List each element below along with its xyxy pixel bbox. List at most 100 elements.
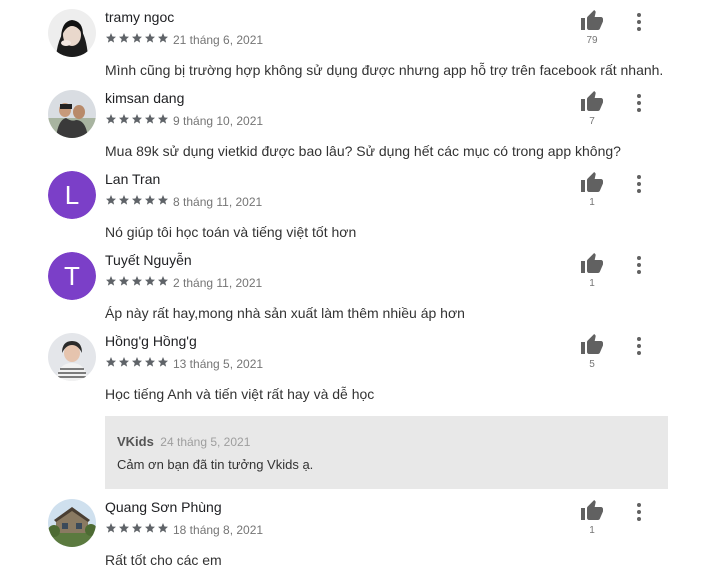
avatar-letter: L — [48, 171, 96, 219]
more-options-button[interactable] — [632, 335, 646, 357]
star-icon — [132, 195, 142, 205]
rating-stars — [105, 112, 170, 130]
helpful-count: 79 — [586, 35, 598, 46]
star-icon — [145, 523, 155, 533]
more-vert-icon — [637, 13, 641, 31]
star-icon — [106, 357, 116, 367]
rating-row: 8 tháng 11, 2021 — [105, 195, 262, 209]
star-icon — [132, 114, 142, 124]
star-icon — [106, 276, 116, 286]
review-date: 18 tháng 8, 2021 — [173, 523, 264, 537]
star-icon — [145, 357, 155, 367]
reviewer-name: Tuyết Nguyễn — [105, 252, 192, 268]
rating-stars — [105, 355, 170, 373]
star-icon — [132, 276, 142, 286]
review-date: 13 tháng 5, 2021 — [173, 357, 264, 371]
star-icon — [158, 276, 168, 286]
star-icon — [106, 114, 116, 124]
star-icon — [145, 114, 155, 124]
avatar[interactable]: L — [48, 171, 96, 219]
reviewer-name: tramy ngoc — [105, 9, 175, 25]
rating-row: 18 tháng 8, 2021 — [105, 523, 263, 537]
thumb-up-icon — [581, 91, 603, 111]
avatar[interactable] — [48, 9, 96, 57]
more-vert-icon — [637, 175, 641, 193]
thumb-up-icon — [581, 500, 603, 520]
star-icon — [158, 33, 168, 43]
rating-row: 9 tháng 10, 2021 — [105, 114, 263, 128]
rating-stars — [105, 274, 170, 292]
review-item: tramy ngoc 21 tháng 6, 2021 Mình cũng bị… — [0, 9, 718, 79]
reviewer-name: Hồng'g Hồng'g — [105, 333, 197, 349]
star-icon — [158, 357, 168, 367]
avatar[interactable]: T — [48, 252, 96, 300]
thumb-up-icon — [581, 172, 603, 192]
helpful-count: 5 — [589, 359, 595, 370]
more-vert-icon — [637, 337, 641, 355]
thumb-up-icon — [581, 253, 603, 273]
star-icon — [158, 523, 168, 533]
rating-stars — [105, 521, 170, 539]
reviewer-name: Quang Sơn Phùng — [105, 499, 222, 515]
star-icon — [145, 276, 155, 286]
more-options-button[interactable] — [632, 254, 646, 276]
star-icon — [119, 357, 129, 367]
star-icon — [158, 195, 168, 205]
rating-row: 21 tháng 6, 2021 — [105, 33, 263, 47]
reply-author: VKids — [117, 434, 154, 449]
star-icon — [145, 33, 155, 43]
avatar[interactable] — [48, 90, 96, 138]
thumb-up-icon — [581, 10, 603, 30]
more-vert-icon — [637, 94, 641, 112]
more-options-button[interactable] — [632, 11, 646, 33]
review-text: Áp này rất hay,mong nhà sản xuất làm thê… — [105, 305, 465, 321]
review-date: 21 tháng 6, 2021 — [173, 33, 264, 47]
helpful-count: 1 — [589, 525, 595, 536]
star-icon — [145, 195, 155, 205]
reviews-list: tramy ngoc 21 tháng 6, 2021 Mình cũng bị… — [0, 0, 718, 565]
helpful-button[interactable]: 7 — [577, 90, 607, 127]
reply-date: 24 tháng 5, 2021 — [160, 435, 251, 449]
reply-text: Cảm ơn bạn đã tin tưởng Vkids ạ. — [117, 457, 314, 472]
review-date: 2 tháng 11, 2021 — [173, 276, 263, 290]
avatar[interactable] — [48, 333, 96, 381]
star-icon — [106, 523, 116, 533]
reviewer-name: kimsan dang — [105, 90, 185, 106]
rating-stars — [105, 31, 170, 49]
more-vert-icon — [637, 503, 641, 521]
review-item: T Tuyết Nguyễn 2 tháng 11, 2021 Áp này r… — [0, 252, 718, 322]
review-date: 9 tháng 10, 2021 — [173, 114, 264, 128]
more-options-button[interactable] — [632, 501, 646, 523]
review-item: L Lan Tran 8 tháng 11, 2021 Nó giúp tôi … — [0, 171, 718, 241]
review-text: Rất tốt cho các em — [105, 552, 222, 565]
star-icon — [119, 114, 129, 124]
helpful-count: 1 — [589, 278, 595, 289]
helpful-button[interactable]: 1 — [577, 252, 607, 289]
more-options-button[interactable] — [632, 92, 646, 114]
helpful-count: 1 — [589, 197, 595, 208]
review-text: Mua 89k sử dụng vietkid được bao lâu? Sử… — [105, 143, 621, 159]
star-icon — [132, 523, 142, 533]
avatar[interactable] — [48, 499, 96, 547]
helpful-button[interactable]: 1 — [577, 171, 607, 208]
star-icon — [119, 523, 129, 533]
star-icon — [119, 33, 129, 43]
star-icon — [132, 357, 142, 367]
developer-reply: VKids 24 tháng 5, 2021 Cảm ơn bạn đã tin… — [105, 416, 668, 489]
review-date: 8 tháng 11, 2021 — [173, 195, 263, 209]
review-text: Học tiếng Anh và tiến việt rất hay và dễ… — [105, 386, 375, 402]
star-icon — [106, 33, 116, 43]
review-text: Mình cũng bị trường hợp không sử dụng đư… — [105, 62, 664, 78]
helpful-button[interactable]: 1 — [577, 499, 607, 536]
helpful-button[interactable]: 79 — [577, 9, 607, 46]
star-icon — [158, 114, 168, 124]
avatar-letter: T — [48, 252, 96, 300]
more-vert-icon — [637, 256, 641, 274]
reviewer-name: Lan Tran — [105, 171, 161, 187]
helpful-button[interactable]: 5 — [577, 333, 607, 370]
rating-row: 13 tháng 5, 2021 — [105, 357, 263, 371]
review-item: Quang Sơn Phùng 18 tháng 8, 2021 Rất tốt… — [0, 499, 718, 565]
more-options-button[interactable] — [632, 173, 646, 195]
star-icon — [119, 276, 129, 286]
star-icon — [119, 195, 129, 205]
